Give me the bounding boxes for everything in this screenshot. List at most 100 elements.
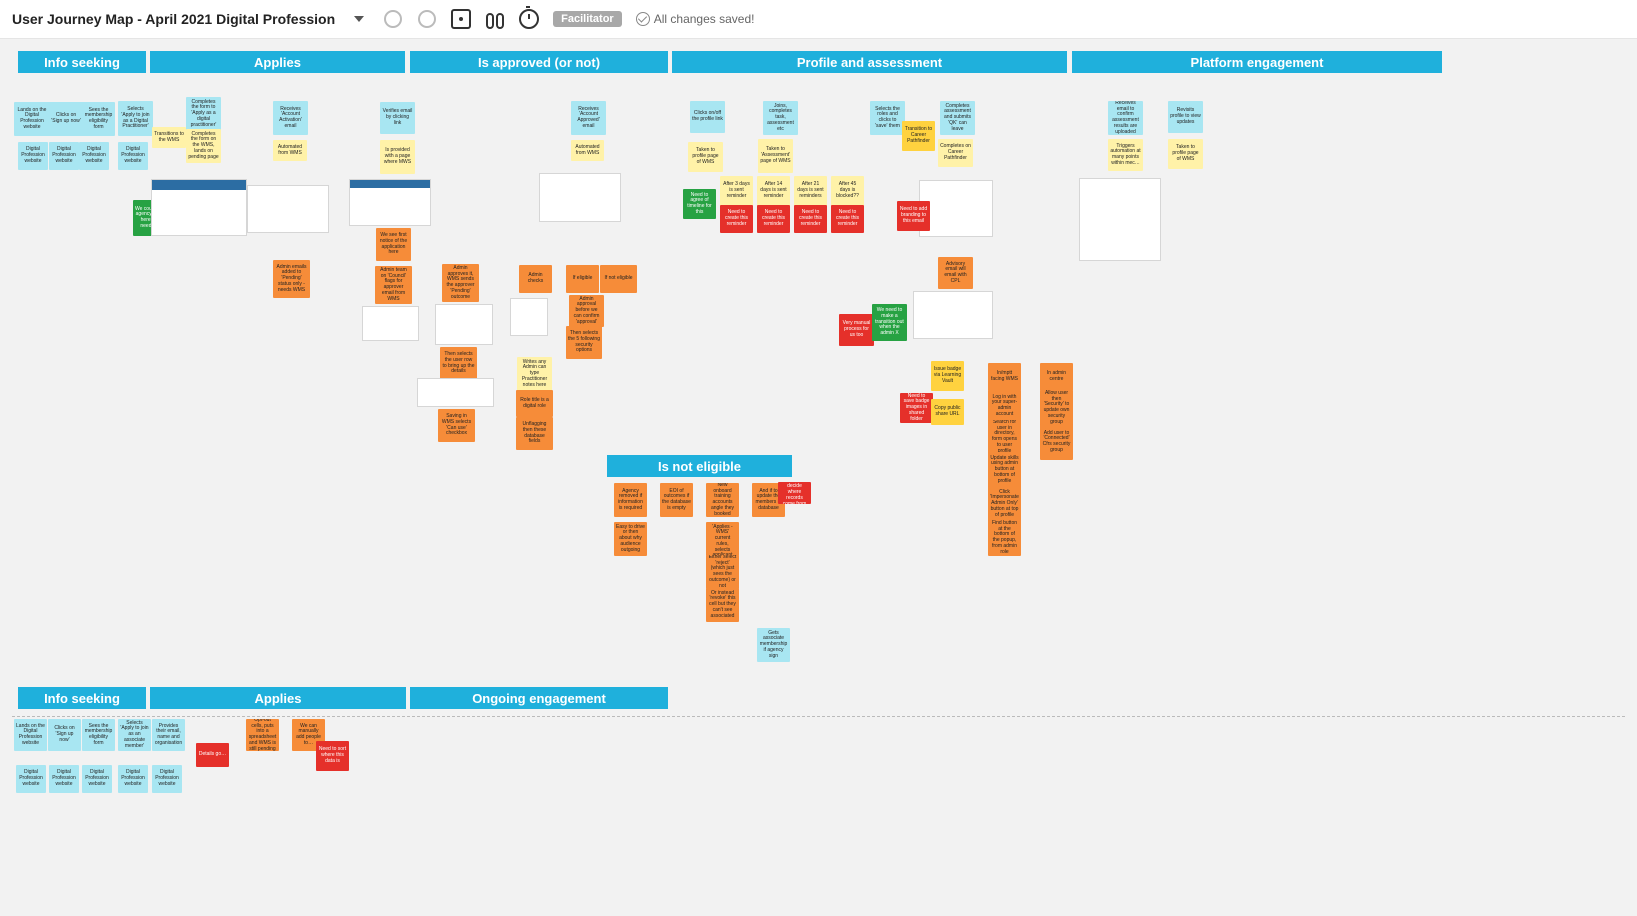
- screenshot-thumbnail[interactable]: [350, 180, 430, 225]
- section-applies-2[interactable]: Applies: [150, 687, 406, 709]
- sticky[interactable]: Joins, completes task, assessment etc: [763, 101, 798, 135]
- section-applies[interactable]: Applies: [150, 51, 405, 73]
- sticky[interactable]: Very manual process for us too: [839, 314, 874, 346]
- sticky[interactable]: Transition to Career Pathfinder: [902, 121, 935, 151]
- sticky[interactable]: Receives email to confirm assessment res…: [1108, 101, 1143, 135]
- sticky[interactable]: Saving in WMS selects 'Can use' checkbox: [438, 409, 475, 442]
- sticky[interactable]: Digital Profession website: [152, 765, 182, 793]
- sticky[interactable]: Admin approval before we can confirm 'ap…: [569, 295, 604, 327]
- sticky[interactable]: Agency removed if information is require…: [614, 483, 647, 517]
- sticky[interactable]: Completes on Career Pathfinder: [938, 139, 973, 167]
- screenshot-thumbnail[interactable]: [1080, 179, 1160, 260]
- sticky[interactable]: After 45 days is blocked??: [831, 176, 864, 206]
- sticky[interactable]: Taken to profile page of WMS: [688, 142, 723, 172]
- sticky[interactable]: Then selects the 5 following security op…: [566, 326, 602, 359]
- screenshot-thumbnail[interactable]: [436, 305, 492, 344]
- section-info-seeking[interactable]: Info seeking: [18, 51, 146, 73]
- sticky[interactable]: Clicks on 'Sign up now': [48, 719, 81, 751]
- sticky[interactable]: Easy to drive or then about why audience…: [614, 522, 647, 556]
- sticky[interactable]: Digital Profession website: [79, 142, 109, 170]
- sticky[interactable]: Taken to profile page of WMS: [1168, 139, 1203, 169]
- sticky[interactable]: Need to agree of timeline for this: [683, 189, 716, 219]
- sticky[interactable]: Clicks on/off the profile link: [690, 101, 725, 133]
- sticky[interactable]: We need to make a transition out when th…: [872, 304, 907, 341]
- sticky[interactable]: In admin centre: [1040, 363, 1073, 391]
- sticky[interactable]: Lands on the Digital Profession website: [14, 719, 47, 751]
- sticky[interactable]: Transitions to the WMS: [152, 127, 186, 148]
- sticky[interactable]: Then selects the user row to bring up th…: [440, 347, 477, 380]
- sticky[interactable]: Admin sees 'Applies - WMS' current rules…: [706, 522, 739, 556]
- section-profile-assessment[interactable]: Profile and assessment: [672, 51, 1067, 73]
- sticky[interactable]: Need to create this reminder: [794, 205, 827, 233]
- sticky[interactable]: Opt-out cells, puts into a spreadsheet a…: [246, 719, 279, 751]
- dice-icon[interactable]: [451, 9, 471, 29]
- timer-icon[interactable]: [519, 9, 539, 29]
- facilitator-badge[interactable]: Facilitator: [553, 11, 622, 27]
- screenshot-thumbnail[interactable]: [511, 299, 547, 335]
- redo-icon[interactable]: [417, 9, 437, 29]
- section-is-approved[interactable]: Is approved (or not): [410, 51, 668, 73]
- sticky[interactable]: Need to create this reminder: [757, 205, 790, 233]
- sticky[interactable]: Lands on the Digital Profession website: [14, 102, 50, 136]
- undo-icon[interactable]: [383, 9, 403, 29]
- sticky[interactable]: Either select 'reject' (which just sees …: [706, 555, 739, 589]
- sticky[interactable]: Search for user in directory, form opens…: [988, 420, 1021, 454]
- section-is-not-eligible[interactable]: Is not eligible: [607, 455, 792, 477]
- sticky[interactable]: Digital Profession website: [118, 765, 148, 793]
- sticky[interactable]: New onboard training accounts angle they…: [706, 483, 739, 517]
- sticky[interactable]: Digital Profession website: [49, 142, 79, 170]
- sticky[interactable]: Completes the form on the WMS, lands on …: [186, 129, 221, 163]
- sticky[interactable]: Writes any Admin can type Practitioner n…: [517, 357, 552, 391]
- sticky[interactable]: Admin checks: [519, 265, 552, 293]
- sticky[interactable]: Issue badge via Learning Vault: [931, 361, 964, 391]
- sticky[interactable]: Digital Profession website: [18, 142, 48, 170]
- section-ongoing-engagement[interactable]: Ongoing engagement: [410, 687, 668, 709]
- board-canvas[interactable]: Info seeking Applies Is approved (or not…: [0, 39, 1637, 916]
- sticky[interactable]: Advisory email will email with CPL: [938, 257, 973, 289]
- sticky[interactable]: Digital Profession website: [118, 142, 148, 170]
- screenshot-thumbnail[interactable]: [363, 307, 418, 340]
- sticky[interactable]: Need to create this reminder: [720, 205, 753, 233]
- sticky[interactable]: After 14 days is sent reminder: [757, 176, 790, 206]
- screenshot-thumbnail[interactable]: [152, 180, 246, 235]
- sticky[interactable]: Find button at the bottom of the popup, …: [988, 520, 1021, 556]
- sticky[interactable]: Digital Profession website: [16, 765, 46, 793]
- sticky[interactable]: In/mptt facing WMS: [988, 363, 1021, 391]
- sticky[interactable]: Copy public share URL: [931, 399, 964, 425]
- sticky[interactable]: Or instead 'revoke' this cell but they c…: [706, 588, 739, 622]
- sticky[interactable]: Details go…: [196, 743, 229, 767]
- sticky[interactable]: Taken to 'Assessment' page of WMS: [758, 139, 793, 173]
- sticky[interactable]: Role title is a digital role: [516, 390, 553, 417]
- sticky[interactable]: After 21 days is sent reminders: [794, 176, 827, 206]
- sticky[interactable]: Admin team on 'Council' flags for approv…: [375, 266, 412, 304]
- sticky[interactable]: Update skills using admin button at bott…: [988, 452, 1021, 488]
- sticky[interactable]: Digital Profession website: [49, 765, 79, 793]
- sticky[interactable]: Need to save badge images in shared fold…: [900, 393, 933, 423]
- sticky[interactable]: Selects the roles and clicks to 'save' t…: [870, 101, 905, 135]
- sticky[interactable]: Automated from WMS: [571, 140, 604, 161]
- sticky[interactable]: Clicks on 'Sign up now': [48, 102, 84, 136]
- sticky[interactable]: Admin approves it, WMS sends the approve…: [442, 264, 479, 302]
- sticky[interactable]: Verifies email by clicking link: [380, 102, 415, 134]
- section-platform-engagement[interactable]: Platform engagement: [1072, 51, 1442, 73]
- sticky[interactable]: Selects 'Apply to join as an associate m…: [118, 719, 151, 751]
- sticky[interactable]: Log in with your super-admin account: [988, 390, 1021, 422]
- sticky[interactable]: Digital Profession website: [82, 765, 112, 793]
- sticky[interactable]: Sees the membership eligibility form: [82, 102, 115, 136]
- sticky[interactable]: Selects 'Apply to join as a Digital Prac…: [118, 101, 153, 136]
- sticky[interactable]: Revisits profile to view updates: [1168, 101, 1203, 133]
- screenshot-thumbnail[interactable]: [914, 292, 992, 338]
- sticky[interactable]: EOI of outcomes if the database is empty: [660, 483, 693, 517]
- sticky[interactable]: Completes the form to 'Apply as a digita…: [186, 97, 221, 131]
- sticky[interactable]: After 3 days is sent reminder: [720, 176, 753, 206]
- sticky[interactable]: Need to sort where this data is: [316, 741, 349, 771]
- sticky[interactable]: Unflagging then these database fields: [516, 417, 553, 450]
- sticky[interactable]: If eligible: [566, 265, 599, 293]
- sticky[interactable]: Sees the membership eligibility form: [82, 719, 115, 751]
- sticky[interactable]: Is provided with a page where MWS: [380, 140, 415, 174]
- screenshot-thumbnail[interactable]: [418, 379, 493, 406]
- sticky[interactable]: Click 'Impersonate Admin Only' button at…: [988, 486, 1021, 522]
- sticky[interactable]: Triggers automation at many points withi…: [1108, 139, 1143, 171]
- sticky[interactable]: Add user to 'Connected' Cfrs security gr…: [1040, 424, 1073, 460]
- sticky[interactable]: Need to decide where records come from: [778, 482, 811, 504]
